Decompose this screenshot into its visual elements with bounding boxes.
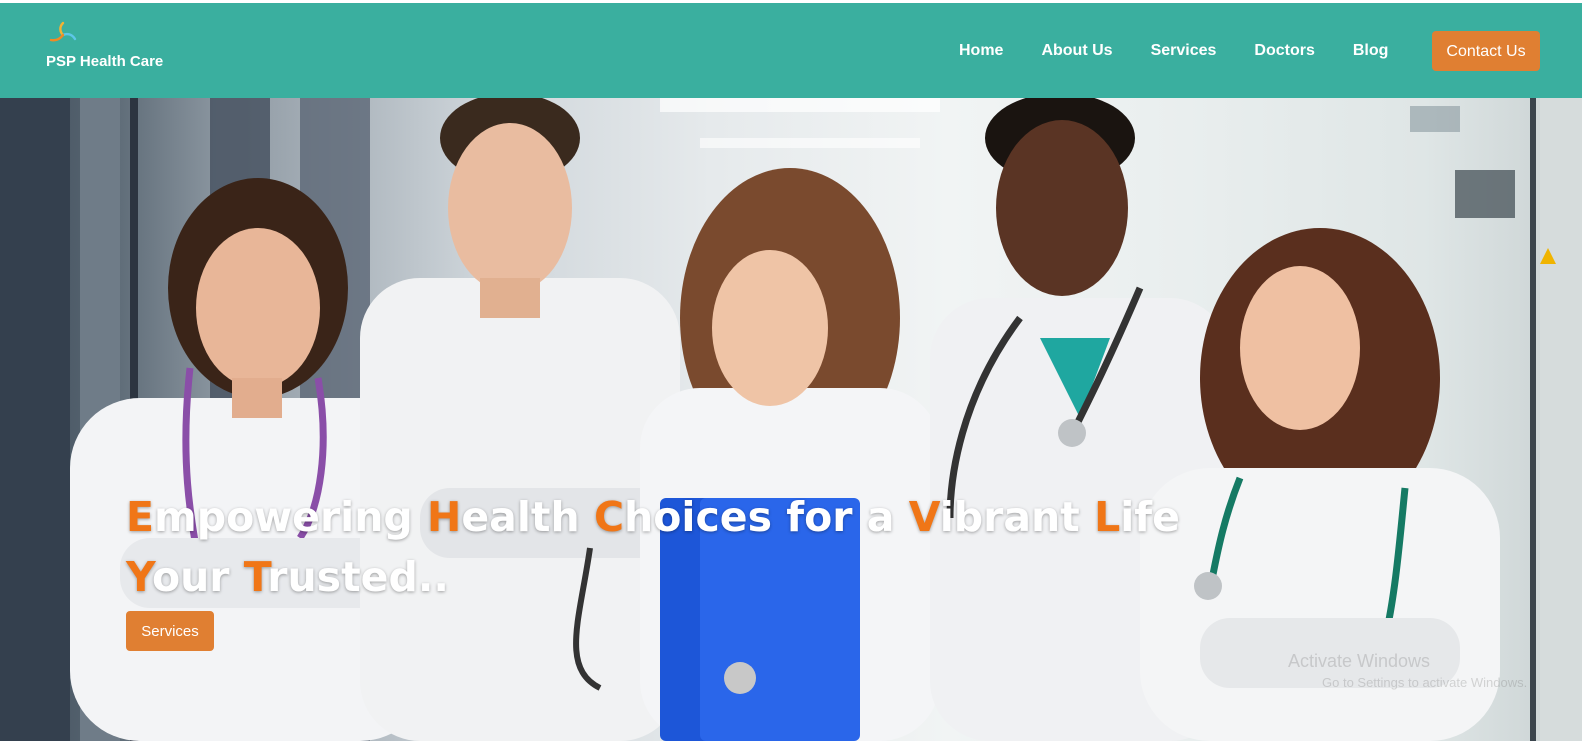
title-word: ibrant <box>939 493 1095 542</box>
nav-doctors[interactable]: Doctors <box>1254 42 1314 60</box>
flower-swirl-logo-icon <box>49 21 77 42</box>
title-word: hoices for a <box>624 493 909 542</box>
title-word: rusted.. <box>267 553 449 602</box>
nav-home[interactable]: Home <box>959 42 1003 60</box>
hero-section: Empowering Health Choices for a Vibrant … <box>0 98 1582 741</box>
hero-title-line-2: Your Trusted.. <box>126 553 449 601</box>
title-word: ealth <box>461 493 594 542</box>
highlight-letter: V <box>908 493 940 542</box>
title-word: our <box>151 553 244 602</box>
title-word: mpowering <box>154 493 428 542</box>
hero-services-button[interactable]: Services <box>126 611 214 651</box>
hero-doctors-image <box>0 98 1582 741</box>
watermark-title: Activate Windows <box>1288 651 1431 671</box>
contact-us-button[interactable]: Contact Us <box>1432 31 1540 71</box>
nav-blog[interactable]: Blog <box>1353 42 1389 60</box>
navbar: PSP Health Care Home About Us Services D… <box>0 3 1582 98</box>
highlight-letter: E <box>126 493 155 542</box>
nav-services[interactable]: Services <box>1151 42 1217 60</box>
page: PSP Health Care Home About Us Services D… <box>0 0 1582 741</box>
brand-name: PSP Health Care <box>46 53 164 70</box>
main-nav: Home About Us Services Doctors Blog <box>940 3 1407 98</box>
highlight-letter: H <box>427 493 462 542</box>
highlight-letter: L <box>1094 493 1121 542</box>
highlight-letter: Y <box>126 553 152 602</box>
brand[interactable]: PSP Health Care <box>46 19 196 79</box>
title-word: ife <box>1120 493 1180 542</box>
highlight-letter: T <box>243 553 268 602</box>
hero-title: Empowering Health Choices for a Vibrant … <box>126 487 1326 607</box>
watermark-subtitle: Go to Settings to activate Windows. <box>1322 675 1528 690</box>
nav-about-us[interactable]: About Us <box>1041 42 1112 60</box>
highlight-letter: C <box>593 493 625 542</box>
activate-windows-watermark: Activate Windows Go to Settings to activ… <box>1288 650 1527 694</box>
hero-title-line-1: Empowering Health Choices for a Vibrant … <box>126 493 1180 541</box>
